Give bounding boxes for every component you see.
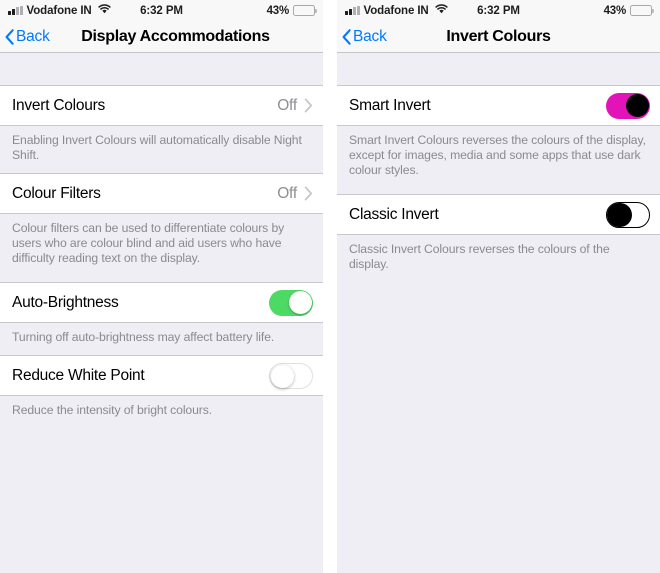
group-classic-invert: Classic Invert Classic Invert Colours re… xyxy=(337,194,660,282)
row-label: Colour Filters xyxy=(12,184,101,202)
status-bar-right: Vodafone IN 6:32 PM 43% xyxy=(337,0,660,21)
battery-icon xyxy=(630,5,654,16)
status-right-group: 43% xyxy=(603,4,654,17)
nav-bar-right: Back Invert Colours xyxy=(337,21,660,53)
settings-list-right: Smart Invert Smart Invert Colours revers… xyxy=(337,53,660,572)
group-invert-colours: Invert Colours Off Enabling Invert Colou… xyxy=(0,85,323,173)
row-label: Smart Invert xyxy=(349,96,431,114)
toggle-knob xyxy=(625,94,649,117)
chevron-left-icon xyxy=(5,28,14,45)
toggle-knob xyxy=(270,365,294,388)
back-button-label-left: Back xyxy=(16,27,50,45)
group-smart-invert: Smart Invert Smart Invert Colours revers… xyxy=(337,85,660,194)
right-phone-screen: Vodafone IN 6:32 PM 43% Back Invert Colo… xyxy=(337,0,660,573)
chevron-left-icon xyxy=(342,28,351,45)
row-reduce-white-point[interactable]: Reduce White Point xyxy=(0,355,323,396)
group-reduce-white-point: Reduce White Point Reduce the intensity … xyxy=(0,355,323,428)
row-label: Classic Invert xyxy=(349,205,439,223)
toggle-reduce-white-point[interactable] xyxy=(269,362,313,389)
row-invert-colours[interactable]: Invert Colours Off xyxy=(0,85,323,126)
list-top-spacer-left xyxy=(0,53,323,85)
row-classic-invert[interactable]: Classic Invert xyxy=(337,194,660,235)
toggle-knob xyxy=(607,202,632,227)
settings-list-left: Invert Colours Off Enabling Invert Colou… xyxy=(0,53,323,572)
back-button-right[interactable]: Back xyxy=(337,28,387,46)
toggle-knob xyxy=(288,291,312,314)
nav-bar-left: Back Display Accommodations xyxy=(0,21,323,53)
row-smart-invert[interactable]: Smart Invert xyxy=(337,85,660,126)
status-right-group: 43% xyxy=(266,4,317,17)
toggle-auto-brightness[interactable] xyxy=(269,289,313,316)
footer-invert-colours: Enabling Invert Colours will automatical… xyxy=(12,133,302,162)
back-button-left[interactable]: Back xyxy=(0,28,50,46)
row-label: Invert Colours xyxy=(12,96,105,114)
status-bar-left: Vodafone IN 6:32 PM 43% xyxy=(0,0,323,21)
row-label: Reduce White Point xyxy=(12,366,145,384)
battery-percent-label: 43% xyxy=(603,4,627,17)
list-top-spacer-right xyxy=(337,53,660,85)
footer-classic-invert: Classic Invert Colours reverses the colo… xyxy=(349,242,610,271)
row-value: Off xyxy=(277,184,297,202)
row-colour-filters[interactable]: Colour Filters Off xyxy=(0,173,323,214)
battery-percent-label: 43% xyxy=(266,4,290,17)
battery-icon xyxy=(293,5,317,16)
back-button-label-right: Back xyxy=(353,27,387,45)
group-auto-brightness: Auto-Brightness Turning off auto-brightn… xyxy=(0,282,323,355)
footer-colour-filters: Colour filters can be used to differenti… xyxy=(12,221,285,265)
toggle-classic-invert[interactable] xyxy=(606,201,650,228)
screen-divider xyxy=(323,0,337,573)
left-phone-screen: Vodafone IN 6:32 PM 43% Back Display Acc… xyxy=(0,0,323,573)
footer-smart-invert: Smart Invert Colours reverses the colour… xyxy=(349,133,646,177)
row-auto-brightness[interactable]: Auto-Brightness xyxy=(0,282,323,323)
footer-reduce-white-point: Reduce the intensity of bright colours. xyxy=(12,403,213,417)
chevron-right-icon xyxy=(304,98,313,113)
group-colour-filters: Colour Filters Off Colour filters can be… xyxy=(0,173,323,282)
dual-screenshot-container: Vodafone IN 6:32 PM 43% Back Display Acc… xyxy=(0,0,660,573)
row-value: Off xyxy=(277,96,297,114)
toggle-smart-invert[interactable] xyxy=(606,92,650,119)
row-label: Auto-Brightness xyxy=(12,293,119,311)
footer-auto-brightness: Turning off auto-brightness may affect b… xyxy=(12,330,275,344)
chevron-right-icon xyxy=(304,186,313,201)
